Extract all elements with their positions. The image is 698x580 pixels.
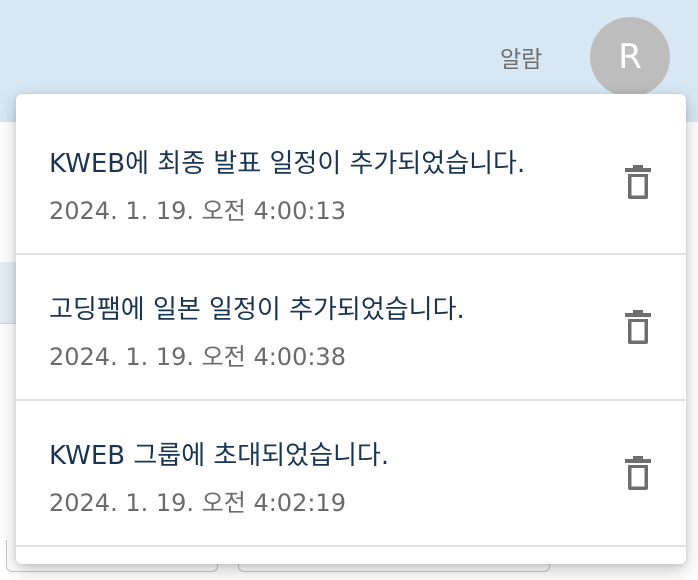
page: 알람 R KWEB에 최종 발표 일정이 추가되었습니다. 2024. 1. 1… — [0, 0, 698, 580]
notifications-dropdown: KWEB에 최종 발표 일정이 추가되었습니다. 2024. 1. 19. 오전… — [16, 94, 686, 564]
notification-message: KWEB 그룹에 초대되었습니다. — [49, 441, 390, 471]
notification-item[interactable]: KWEB 그룹에 초대되었습니다. 2024. 1. 19. 오전 4:02:1… — [16, 401, 686, 547]
notification-timestamp: 2024. 1. 19. 오전 4:00:38 — [49, 343, 346, 371]
notification-item[interactable]: 고딩팸에 일본 일정이 추가되었습니다. 2024. 1. 19. 오전 4:0… — [16, 255, 686, 401]
notification-timestamp: 2024. 1. 19. 오전 4:00:13 — [49, 197, 346, 225]
notification-message: KWEB에 최종 발표 일정이 추가되었습니다. — [49, 149, 526, 179]
notification-item[interactable]: KWEB에 최종 발표 일정이 추가되었습니다. 2024. 1. 19. 오전… — [16, 94, 686, 255]
trash-icon[interactable] — [624, 455, 652, 491]
trash-icon[interactable] — [624, 309, 652, 345]
avatar-initial: R — [618, 37, 642, 77]
notification-timestamp: 2024. 1. 19. 오전 4:02:19 — [49, 489, 346, 517]
notification-message: 고딩팸에 일본 일정이 추가되었습니다. — [49, 295, 465, 325]
notifications-label[interactable]: 알람 — [500, 40, 542, 74]
avatar[interactable]: R — [590, 17, 670, 97]
trash-icon[interactable] — [624, 164, 652, 200]
background-panel-edge — [0, 262, 16, 324]
